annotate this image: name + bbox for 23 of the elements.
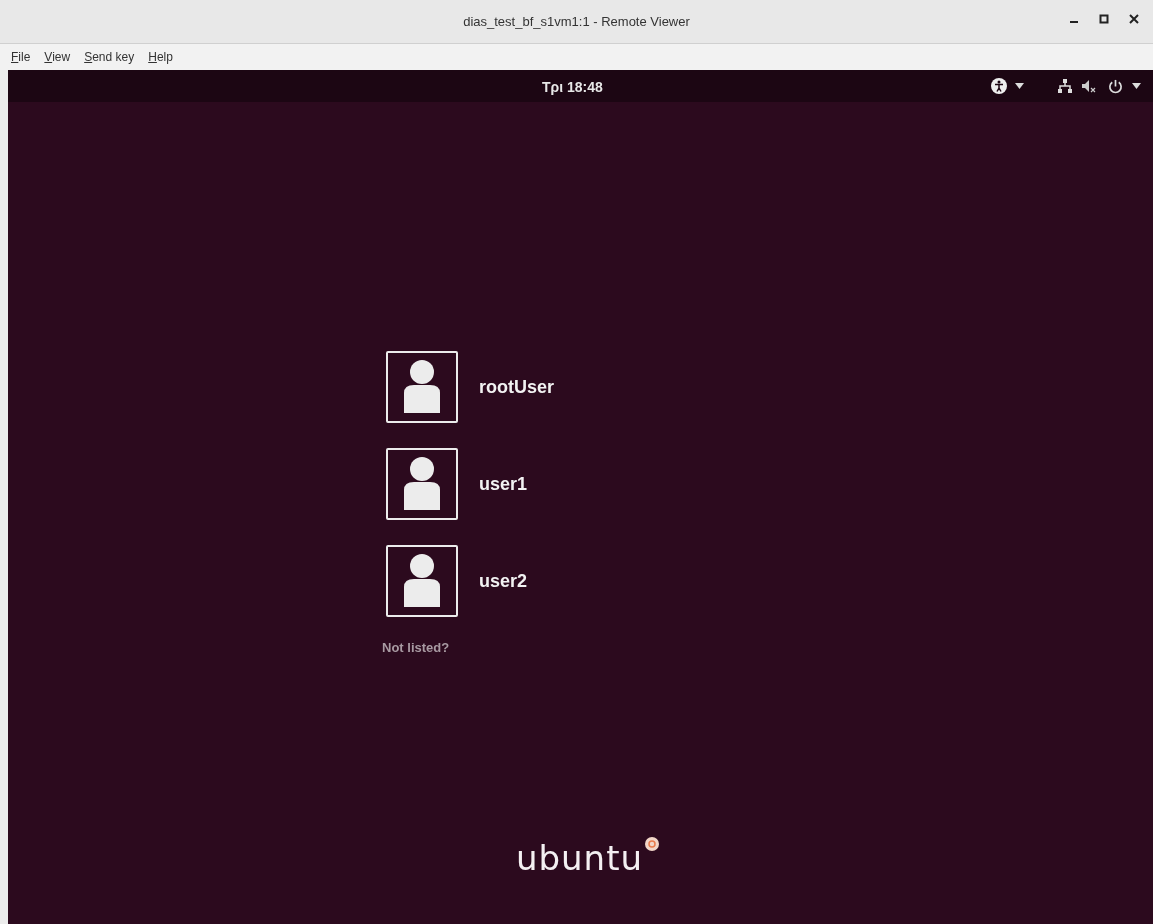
- network-icon[interactable]: [1058, 79, 1072, 93]
- power-icon[interactable]: [1108, 78, 1123, 94]
- circle-of-friends-icon: [645, 837, 660, 851]
- user-name: user2: [479, 569, 528, 593]
- ubuntu-logo: ubuntu: [515, 837, 644, 880]
- user-entry[interactable]: user1: [378, 448, 578, 520]
- accessibility-icon[interactable]: [991, 78, 1007, 94]
- menu-item[interactable]: View: [44, 48, 71, 66]
- user-entry[interactable]: rootUser: [378, 351, 578, 423]
- not-listed-link[interactable]: Not listed?: [382, 638, 450, 658]
- clock[interactable]: Tρι 18:48: [542, 77, 603, 98]
- user-name: rootUser: [479, 375, 554, 399]
- close-icon[interactable]: [1129, 14, 1139, 24]
- window-title: dias_test_bf_s1vm1:1 - Remote Viewer: [463, 12, 690, 31]
- speaker-muted-icon[interactable]: [1082, 79, 1096, 93]
- caret-icon: [1132, 83, 1141, 89]
- menu-item[interactable]: Send key: [84, 48, 135, 66]
- maximize-icon[interactable]: [1099, 14, 1109, 24]
- menu-item[interactable]: File: [11, 48, 31, 66]
- menu-item[interactable]: Help: [148, 48, 173, 66]
- user-entry[interactable]: user2: [378, 545, 578, 617]
- caret-icon: [1015, 83, 1024, 89]
- user-name: user1: [479, 472, 528, 496]
